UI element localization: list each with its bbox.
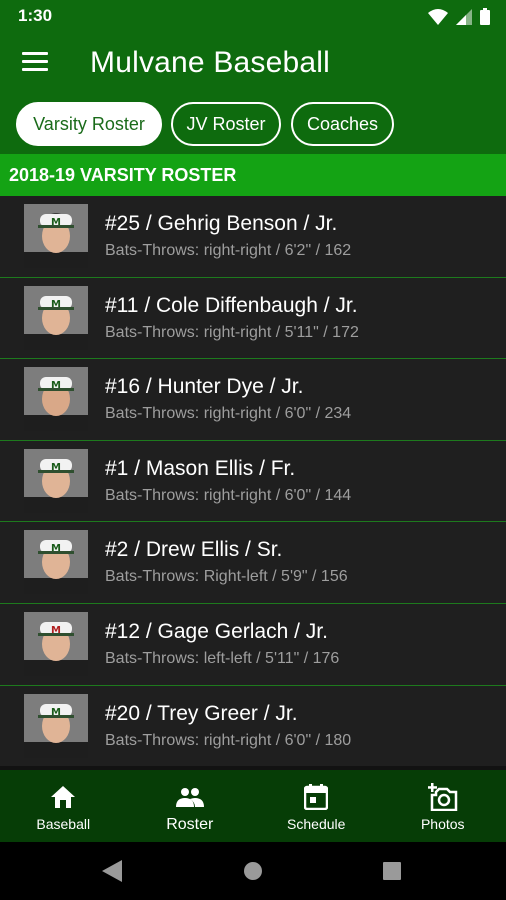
svg-text:M: M [51, 217, 61, 228]
nav-baseball[interactable]: Baseball [0, 770, 127, 842]
list-item[interactable]: M #16 / Hunter Dye / Jr. Bats-Throws: ri… [0, 359, 506, 441]
status-bar: 1:30 [0, 0, 506, 32]
player-name: #1 / Mason Ellis / Fr. [105, 456, 296, 480]
avatar: M [24, 285, 88, 350]
player-detail: Bats-Throws: left-left / 5'11" / 176 [105, 649, 340, 667]
avatar: M [24, 693, 88, 758]
add-photo-icon [427, 783, 458, 811]
nav-roster[interactable]: Roster [127, 770, 254, 842]
player-detail: Bats-Throws: right-right / 6'0" / 144 [105, 486, 352, 504]
section-header: 2018-19 VARSITY ROSTER [0, 154, 506, 196]
tab-varsity-roster[interactable]: Varsity Roster [16, 102, 162, 146]
roster-tabs: Varsity Roster JV Roster Coaches [0, 96, 506, 154]
svg-text:M: M [51, 625, 61, 636]
bottom-nav: Baseball Roster Schedule Photos [0, 770, 506, 842]
player-name: #25 / Gehrig Benson / Jr. [105, 212, 338, 235]
avatar: M [24, 530, 88, 595]
system-nav [0, 842, 506, 900]
nav-photos[interactable]: Photos [380, 770, 506, 842]
home-icon [51, 784, 76, 810]
list-item[interactable]: M #11 / Cole Diffenbaugh / Jr. Bats-Thro… [0, 277, 506, 360]
svg-text:M: M [51, 707, 61, 718]
battery-icon [480, 8, 490, 30]
player-name: #12 / Gage Gerlach / Jr. [105, 619, 328, 643]
nav-label: Roster [166, 816, 214, 833]
nav-label: Photos [420, 816, 465, 832]
player-name: #2 / Drew Ellis / Sr. [105, 538, 283, 562]
avatar: M [24, 611, 88, 676]
avatar: M [24, 448, 88, 513]
wifi-icon [428, 8, 448, 30]
svg-text:M: M [51, 543, 61, 554]
player-detail: Bats-Throws: right-right / 6'2" / 162 [105, 242, 352, 259]
app-bar: Mulvane Baseball [0, 32, 506, 96]
nav-label: Schedule [287, 816, 346, 832]
signal-icon [456, 8, 472, 30]
status-time: 1:30 [18, 6, 53, 25]
calendar-icon [304, 784, 329, 810]
nav-schedule[interactable]: Schedule [253, 770, 380, 842]
avatar: M [24, 204, 88, 268]
player-detail: Bats-Throws: right-right / 6'0" / 234 [105, 405, 352, 423]
list-item[interactable]: M #2 / Drew Ellis / Sr. Bats-Throws: Rig… [0, 522, 506, 604]
player-name: #20 / Trey Greer / Jr. [105, 701, 298, 725]
people-icon [175, 784, 204, 810]
nav-label: Baseball [36, 816, 91, 832]
avatar: M [24, 367, 88, 432]
list-item[interactable]: M #20 / Trey Greer / Jr. Bats-Throws: ri… [0, 685, 506, 766]
player-detail: Bats-Throws: Right-left / 5'9" / 156 [105, 568, 348, 586]
list-item[interactable]: M #12 / Gage Gerlach / Jr. Bats-Throws: … [0, 603, 506, 686]
list-item[interactable]: M #1 / Mason Ellis / Fr. Bats-Throws: ri… [0, 440, 506, 523]
roster-list[interactable]: M #25 / Gehrig Benson / Jr. Bats-Throws:… [0, 196, 506, 766]
app-title: Mulvane Baseball [90, 46, 331, 79]
recents-icon[interactable] [383, 862, 401, 885]
tab-coaches[interactable]: Coaches [291, 102, 394, 146]
home-button-icon[interactable] [243, 861, 263, 886]
player-name: #16 / Hunter Dye / Jr. [105, 375, 304, 399]
svg-text:M: M [51, 462, 61, 473]
list-item[interactable]: M #25 / Gehrig Benson / Jr. Bats-Throws:… [0, 196, 506, 278]
svg-text:M: M [51, 380, 61, 391]
svg-text:M: M [51, 299, 61, 310]
player-name: #11 / Cole Diffenbaugh / Jr. [105, 293, 358, 317]
status-icons [428, 8, 490, 30]
player-detail: Bats-Throws: right-right / 6'0" / 180 [105, 731, 352, 749]
menu-icon[interactable] [22, 52, 48, 74]
tab-jv-roster[interactable]: JV Roster [171, 102, 281, 146]
back-icon[interactable] [102, 860, 122, 887]
player-detail: Bats-Throws: right-right / 5'11" / 172 [105, 323, 359, 341]
